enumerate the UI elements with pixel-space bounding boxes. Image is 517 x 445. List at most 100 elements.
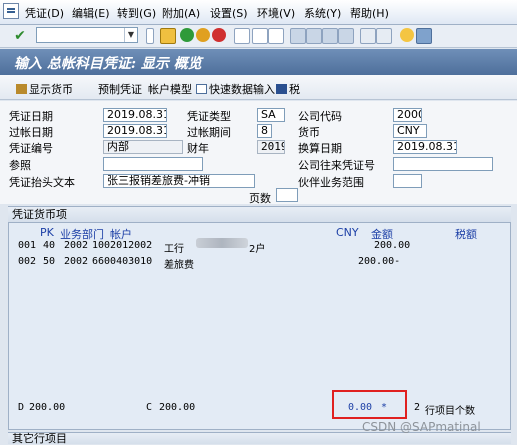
posting-date-label: 过帐日期 — [9, 126, 53, 139]
doc-type-field[interactable]: SA — [257, 108, 285, 122]
display-currency-label: 显示货币 — [29, 83, 73, 96]
pages-label: 页数 — [249, 192, 271, 205]
currency-label: 货币 — [298, 126, 320, 139]
park-document-button[interactable]: 预制凭证 — [98, 81, 142, 97]
standard-toolbar: ✔ ▼ — [0, 25, 517, 48]
row-account: 1002012002 — [92, 240, 153, 251]
balance-status: * — [381, 402, 388, 413]
tax-label: 税 — [289, 83, 300, 96]
find-next-icon[interactable] — [268, 28, 284, 44]
credit-label: C — [146, 402, 153, 413]
new-session-icon[interactable] — [360, 28, 376, 44]
reference-field[interactable] — [103, 157, 203, 171]
account-model-button[interactable]: 帐户模型 — [148, 81, 192, 97]
pages-field[interactable] — [276, 188, 298, 202]
company-code-label: 公司代码 — [298, 110, 342, 123]
trading-partner-field[interactable] — [393, 174, 422, 188]
system-menu-icon[interactable] — [3, 3, 19, 19]
first-page-icon[interactable] — [290, 28, 306, 44]
menu-bar: 凭证(D) 编辑(E) 转到(G) 附加(A) 设置(S) 环境(V) 系统(Y… — [0, 0, 517, 25]
intercompany-label: 公司往来凭证号 — [298, 159, 375, 172]
fiscal-year-field: 2019 — [257, 140, 285, 154]
balance-amount: 0.00 — [348, 402, 373, 413]
items-section-title: 凭证货币项 — [8, 206, 511, 222]
row-account: 6600403010 — [92, 256, 153, 267]
line-items-table: PK 业务部门 帐户 CNY 金额 税额 001 40 2002 1002012… — [8, 222, 511, 430]
screen-title: 输入 总帐科目凭证: 显示 概览 — [14, 56, 202, 72]
menu-environment[interactable]: 环境(V) — [257, 5, 295, 21]
fast-entry-icon — [196, 84, 207, 94]
last-page-icon[interactable] — [338, 28, 354, 44]
exit-icon[interactable] — [196, 28, 210, 42]
previous-page-icon[interactable] — [306, 28, 322, 44]
row-account-text: 工行 — [164, 244, 184, 255]
next-page-icon[interactable] — [322, 28, 338, 44]
company-code-field[interactable]: 2000 — [393, 108, 422, 122]
doc-number-label: 凭证编号 — [9, 142, 53, 155]
intercompany-field[interactable] — [393, 157, 493, 171]
column-currency: CNY — [336, 226, 359, 239]
trading-partner-label: 伙伴业务范围 — [298, 176, 364, 189]
print-icon[interactable] — [234, 28, 250, 44]
table-row[interactable]: 002 50 2002 6600403010 差旅费 200.00- — [18, 256, 438, 271]
menu-help[interactable]: 帮助(H) — [350, 5, 389, 21]
layout-icon[interactable] — [416, 28, 432, 44]
reference-label: 参照 — [9, 159, 31, 172]
fiscal-year-label: 财年 — [187, 142, 209, 155]
find-icon[interactable] — [252, 28, 268, 44]
debit-label: D — [18, 402, 25, 413]
fast-entry-label: 快速数据输入 — [209, 83, 275, 96]
currency-icon — [16, 84, 27, 94]
save-icon[interactable] — [160, 28, 176, 44]
fast-entry-button[interactable]: 快速数据输入 — [196, 81, 275, 97]
row-business-area: 2002 — [64, 240, 89, 251]
row-business-area: 2002 — [64, 256, 89, 267]
item-count: 2 — [414, 402, 421, 413]
row-line-number: 002 — [18, 256, 37, 267]
doc-date-label: 凭证日期 — [9, 110, 53, 123]
help-icon[interactable] — [400, 28, 414, 42]
debit-total: 200.00 — [29, 402, 66, 413]
row-line-number: 001 — [18, 240, 37, 251]
posting-date-field[interactable]: 2019.08.31 — [103, 124, 167, 138]
menu-edit[interactable]: 编辑(E) — [72, 5, 110, 21]
row-account-text: 差旅费 — [164, 260, 194, 271]
watermark: CSDN @SAPmatinal — [362, 420, 481, 434]
menu-document[interactable]: 凭证(D) — [25, 5, 64, 21]
enter-check-icon[interactable]: ✔ — [12, 28, 28, 44]
translation-date-label: 换算日期 — [298, 142, 342, 155]
row-amount: 200.00- — [358, 256, 401, 267]
command-dropdown-icon[interactable]: ▼ — [124, 28, 137, 42]
shortcut-icon[interactable] — [376, 28, 392, 44]
menu-settings[interactable]: 设置(S) — [210, 5, 248, 21]
cancel-icon[interactable] — [212, 28, 226, 42]
doc-number-field: 内部 — [103, 140, 183, 154]
header-text-field[interactable]: 张三报销差旅费-冲销 — [103, 174, 255, 188]
currency-field[interactable]: CNY — [393, 124, 427, 138]
menu-extras[interactable]: 附加(A) — [162, 5, 200, 21]
row-amount: 200.00 — [374, 240, 411, 251]
menu-goto[interactable]: 转到(G) — [117, 5, 156, 21]
tax-button[interactable]: 税 — [276, 81, 300, 97]
column-pk: PK — [40, 226, 54, 239]
item-count-label: 行项目个数 — [425, 406, 475, 417]
doc-date-field[interactable]: 2019.08.31 — [103, 108, 167, 122]
translation-date-field[interactable]: 2019.08.31 — [393, 140, 457, 154]
row-posting-key: 50 — [43, 256, 56, 267]
command-field[interactable]: ▼ — [36, 27, 138, 43]
back-icon[interactable] — [180, 28, 194, 42]
period-field[interactable]: 8 — [257, 124, 272, 138]
document-header: 凭证日期 2019.08.31 凭证类型 SA 公司代码 2000 过帐日期 2… — [0, 101, 517, 205]
redacted-text — [196, 238, 248, 248]
display-currency-button[interactable]: 显示货币 — [16, 81, 73, 97]
doc-type-label: 凭证类型 — [187, 110, 231, 123]
header-text-label: 凭证抬头文本 — [9, 176, 75, 189]
command-history-icon[interactable] — [146, 28, 154, 44]
row-posting-key: 40 — [43, 240, 56, 251]
info-icon — [276, 84, 287, 94]
credit-total: 200.00 — [159, 402, 196, 413]
screen-title-bar: 输入 总帐科目凭证: 显示 概览 — [0, 49, 517, 75]
period-label: 过帐期间 — [187, 126, 231, 139]
row-account-text-tail: 2户 — [249, 244, 266, 255]
menu-system[interactable]: 系统(Y) — [304, 5, 341, 21]
